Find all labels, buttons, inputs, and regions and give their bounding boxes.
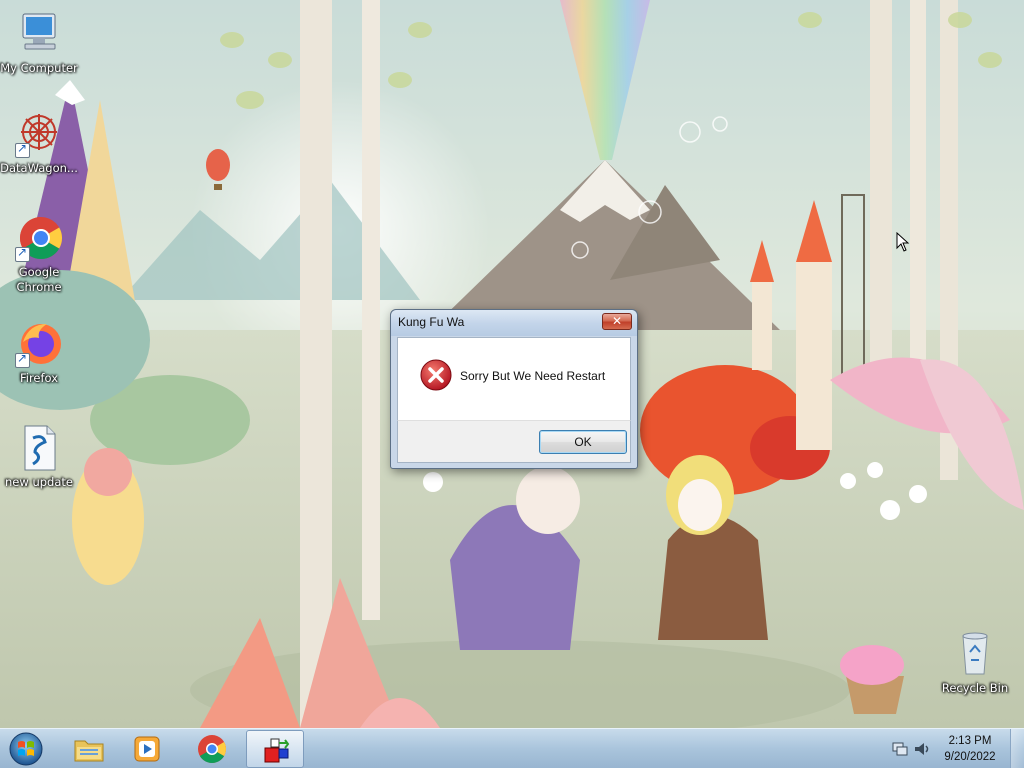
dialog-titlebar[interactable]: Kung Fu Wa ✕	[391, 310, 637, 336]
mouse-cursor-icon	[896, 232, 910, 252]
close-icon: ✕	[611, 314, 623, 328]
shortcut-arrow-icon	[15, 245, 30, 262]
system-clock[interactable]: 2:13 PM 9/20/2022	[938, 733, 1002, 765]
recycle-bin-icon	[951, 630, 999, 678]
desktop-icon-label: My Computer	[0, 61, 78, 75]
chrome-icon	[198, 735, 226, 763]
taskbar: 2:13 PM 9/20/2022	[0, 728, 1024, 768]
volume-icon[interactable]	[913, 740, 931, 758]
error-dialog: Kung Fu Wa ✕ Sorry But We Need Restart O…	[390, 309, 638, 469]
script-file-icon	[15, 424, 63, 472]
media-player-icon	[134, 736, 160, 762]
desktop-icon-my-computer[interactable]: My Computer	[0, 10, 78, 76]
computer-icon	[15, 10, 63, 58]
desktop-icon-label: Google Chrome	[16, 265, 62, 294]
shortcut-arrow-icon	[15, 141, 30, 158]
dialog-footer: OK	[397, 420, 631, 463]
chrome-icon	[15, 214, 63, 262]
start-button[interactable]	[6, 731, 46, 767]
desktop-icon-new-update[interactable]: new update	[0, 424, 78, 490]
network-icon[interactable]	[891, 740, 909, 758]
dialog-title: Kung Fu Wa	[398, 315, 465, 329]
desktop-icon-recycle-bin[interactable]: Recycle Bin	[936, 630, 1014, 696]
taskbar-media-player-button[interactable]	[118, 730, 176, 768]
windows-start-orb-icon	[9, 732, 43, 766]
desktop-icon-label: DataWagon...	[0, 161, 78, 175]
ok-button[interactable]: OK	[539, 430, 627, 454]
taskbar-chrome-button[interactable]	[183, 730, 241, 768]
datawagon-icon	[15, 110, 63, 158]
clock-time: 2:13 PM	[948, 735, 992, 747]
error-icon	[420, 359, 452, 391]
show-desktop-button[interactable]	[1010, 729, 1024, 768]
app-cube-icon	[264, 738, 290, 763]
clock-date: 9/20/2022	[944, 751, 996, 763]
desktop-icon-label: Recycle Bin	[941, 681, 1009, 695]
taskbar-explorer-button[interactable]	[60, 730, 118, 768]
desktop-icon-firefox[interactable]: Firefox	[0, 320, 78, 386]
desktop-icon-label: new update	[5, 475, 73, 489]
folder-icon	[74, 740, 104, 762]
shortcut-arrow-icon	[15, 351, 30, 368]
system-tray: 2:13 PM 9/20/2022	[879, 729, 1024, 768]
taskbar-kung-fu-wa-button[interactable]	[246, 730, 304, 768]
desktop-icon-google-chrome[interactable]: Google Chrome	[0, 214, 78, 295]
desktop-icon-label: Firefox	[19, 371, 59, 385]
dialog-message: Sorry But We Need Restart	[460, 369, 606, 383]
firefox-icon	[15, 320, 63, 368]
close-button[interactable]: ✕	[602, 313, 632, 330]
dialog-body: Sorry But We Need Restart	[397, 337, 631, 420]
desktop-icon-datawagon[interactable]: DataWagon...	[0, 110, 78, 176]
